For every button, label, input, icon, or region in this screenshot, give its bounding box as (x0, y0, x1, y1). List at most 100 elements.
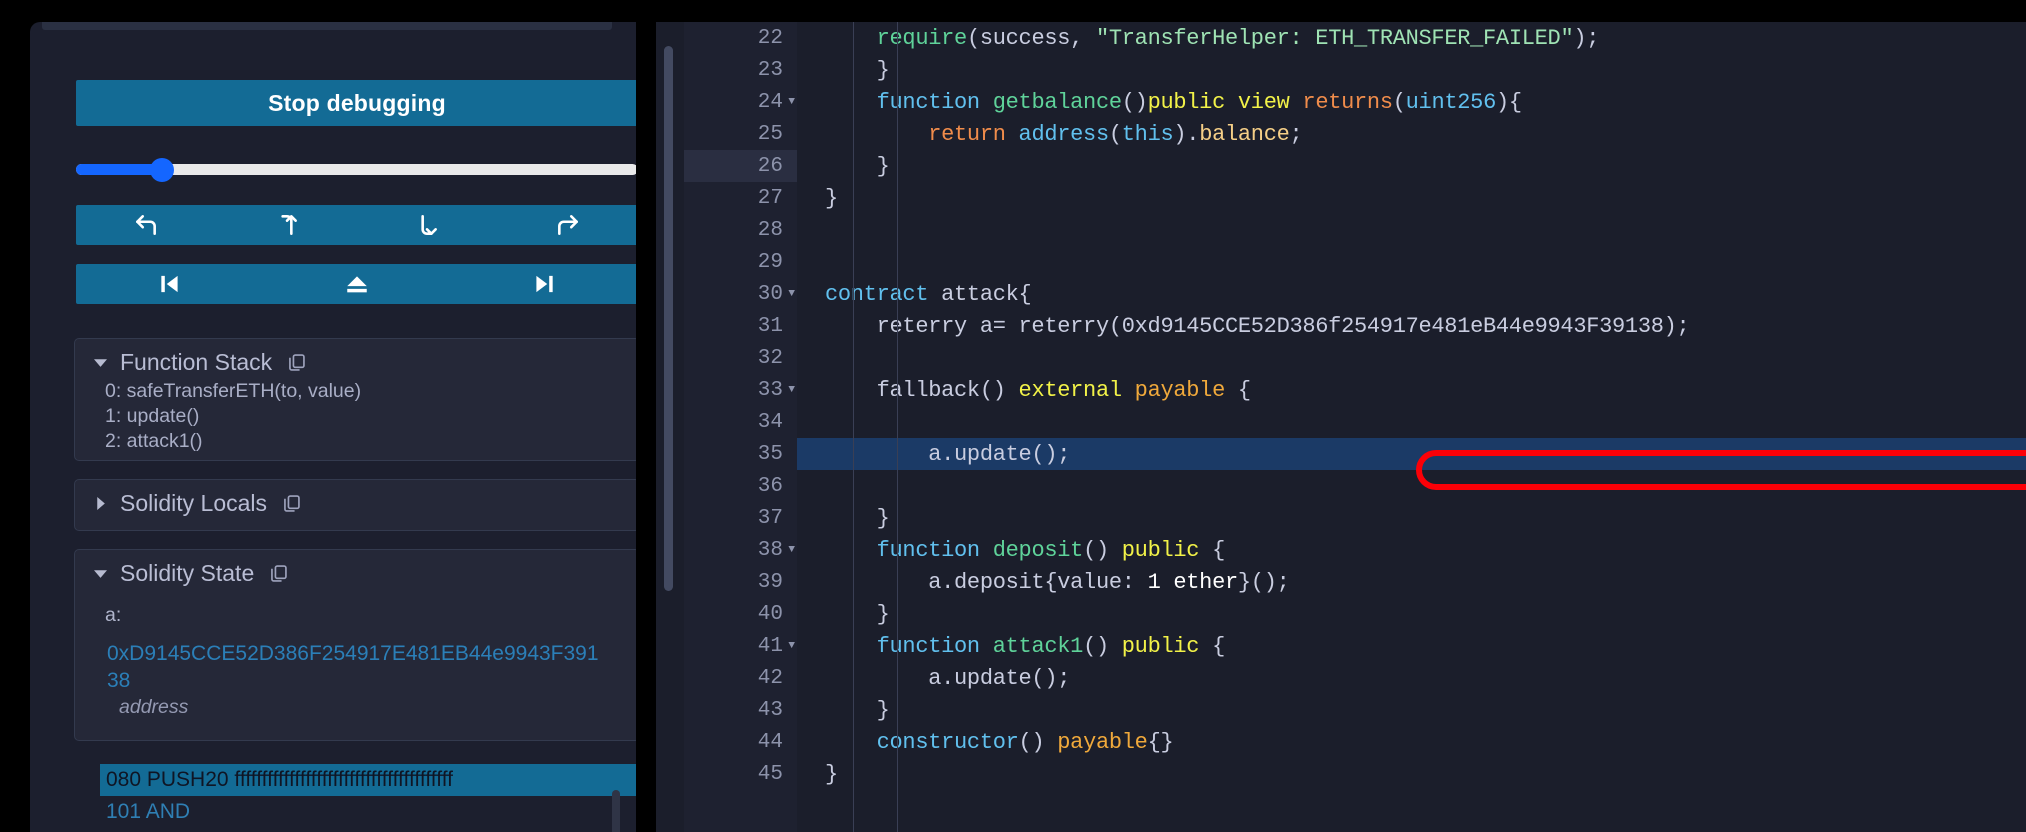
list-item[interactable]: 101 AND (100, 796, 636, 828)
fold-caret-icon[interactable]: ▼ (788, 288, 795, 300)
code-line[interactable]: 22 require (success, "TransferHelper: ETH… (684, 22, 2026, 54)
code-token: reterry a= reterry(0xd9145CCE52D386f2549… (825, 313, 1690, 339)
fold-caret-icon[interactable]: ▼ (788, 384, 795, 396)
caret-down-icon[interactable] (93, 355, 107, 369)
list-item[interactable]: 080 PUSH20 fffffffffffffffffffffffffffff… (100, 764, 636, 796)
code-text[interactable]: } (797, 150, 2026, 182)
copy-icon[interactable] (267, 562, 289, 584)
code-line[interactable]: 32 (684, 342, 2026, 374)
code-text[interactable]: require (success, "TransferHelper: ETH_TR… (797, 22, 2026, 54)
list-item: 0: safeTransferETH(to, value) (105, 380, 362, 402)
code-text[interactable]: reterry a= reterry(0xd9145CCE52D386f2549… (797, 310, 2026, 342)
jump-next-breakpoint-button[interactable] (451, 264, 636, 304)
copy-icon[interactable] (285, 351, 307, 373)
line-number: 31 (757, 314, 783, 338)
code-text[interactable]: } (797, 182, 2026, 214)
code-token: public (1121, 537, 1200, 563)
line-number: 36 (757, 474, 783, 498)
code-token: {} (1147, 729, 1174, 755)
code-text[interactable]: return address(this). balance; (797, 118, 2026, 150)
code-line[interactable]: 27} (684, 182, 2026, 214)
screen-root: Stop debugging Function Stack 0: safeTra… (0, 0, 2026, 832)
code-text[interactable]: function getbalance() public view returns… (797, 86, 2026, 118)
code-token: { (1199, 537, 1226, 563)
code-line[interactable]: 23 } (684, 54, 2026, 86)
code-text[interactable]: a.deposit{value: 1 ether}(); (797, 566, 2026, 598)
step-forward-button[interactable] (498, 205, 637, 245)
opcode-scrollbar[interactable] (612, 790, 620, 832)
code-line[interactable]: 45} (684, 758, 2026, 790)
code-line[interactable]: 24 ▼ function getbalance() public view ret… (684, 86, 2026, 118)
code-line[interactable]: 30 ▼ contract attack{ (684, 278, 2026, 310)
caret-right-icon[interactable] (93, 496, 107, 510)
indent-guide (853, 22, 854, 832)
stop-debugging-button[interactable]: Stop debugging (76, 80, 636, 126)
code-line[interactable]: 38 ▼ function deposit() public { (684, 534, 2026, 566)
code-text[interactable]: } (797, 54, 2026, 86)
code-text[interactable]: fallback() external payable { (797, 374, 2026, 406)
code-line-container[interactable]: 22 require (success, "TransferHelper: ETH… (684, 22, 2026, 832)
slider-thumb[interactable] (150, 158, 174, 182)
fold-caret-icon[interactable]: ▼ (788, 544, 795, 556)
opcode-list[interactable]: 080 PUSH20 fffffffffffffffffffffffffffff… (100, 764, 636, 828)
window-bezel-top (0, 0, 2026, 22)
state-entry-value[interactable]: 0xD9145CCE52D386F254917E481EB44e9943F391… (105, 640, 605, 694)
code-text[interactable] (797, 342, 2026, 374)
skip-to-end-icon (531, 271, 557, 297)
code-line[interactable]: 36 (684, 470, 2026, 502)
list-item: 1: update() (105, 405, 200, 427)
code-text[interactable] (797, 470, 2026, 502)
fold-caret-icon[interactable]: ▼ (788, 640, 795, 652)
code-token: function (876, 89, 981, 115)
code-line[interactable]: 31 reterry a= reterry(0xd9145CCE52D386f2… (684, 310, 2026, 342)
panel-solidity-state-header[interactable]: Solidity State (75, 550, 636, 596)
panel-solidity-locals-header[interactable]: Solidity Locals (75, 480, 636, 526)
debug-step-slider[interactable] (76, 158, 636, 182)
copy-icon[interactable] (280, 492, 302, 514)
fold-caret-icon[interactable]: ▼ (788, 96, 795, 108)
code-line[interactable]: 26 } (684, 150, 2026, 182)
code-token: { (1225, 377, 1251, 403)
step-back-button[interactable] (76, 205, 217, 245)
code-line[interactable]: 37 } (684, 502, 2026, 534)
code-text[interactable]: constructor() payable{} (797, 726, 2026, 758)
code-text[interactable]: } (797, 502, 2026, 534)
code-line[interactable]: 40 } (684, 598, 2026, 630)
code-line[interactable]: 25 return address(this). balance; (684, 118, 2026, 150)
code-text[interactable]: a.update(); (797, 662, 2026, 694)
code-token: } (825, 505, 890, 531)
solidity-state-body: a: 0xD9145CCE52D386F254917E481EB44e9943F… (75, 596, 636, 719)
code-line[interactable]: 43 } (684, 694, 2026, 726)
code-editor[interactable]: 22 require (success, "TransferHelper: ETH… (656, 22, 2026, 832)
code-text[interactable]: } (797, 758, 2026, 790)
code-text[interactable]: } (797, 694, 2026, 726)
caret-down-icon[interactable] (93, 566, 107, 580)
step-into-button[interactable] (217, 205, 358, 245)
code-text[interactable] (797, 214, 2026, 246)
jump-out-button[interactable] (263, 264, 450, 304)
code-token: ( (1392, 89, 1406, 115)
code-line[interactable]: 39 a.deposit{value: 1 ether}(); (684, 566, 2026, 598)
code-text[interactable]: contract attack{ (797, 278, 2026, 310)
jump-previous-breakpoint-button[interactable] (76, 264, 263, 304)
step-over-button[interactable] (357, 205, 498, 245)
code-line[interactable]: 44 constructor() payable{} (684, 726, 2026, 758)
code-text[interactable] (797, 406, 2026, 438)
code-line[interactable]: 28 (684, 214, 2026, 246)
code-text[interactable]: } (797, 598, 2026, 630)
editor-scrollbar[interactable] (664, 46, 673, 591)
code-text[interactable]: function deposit() public { (797, 534, 2026, 566)
code-line[interactable]: 29 (684, 246, 2026, 278)
code-line[interactable]: 33 ▼ fallback() external payable { (684, 374, 2026, 406)
code-text[interactable]: function attack1() public { (797, 630, 2026, 662)
code-text[interactable]: a.update(); (797, 438, 2026, 470)
line-number: 43 (757, 698, 783, 722)
code-line[interactable]: 42 a.update(); (684, 662, 2026, 694)
code-line[interactable]: 34 (684, 406, 2026, 438)
line-number: 29 (757, 250, 783, 274)
code-line[interactable]: 41 ▼ function attack1() public { (684, 630, 2026, 662)
code-line[interactable]: 35 a.update(); (684, 438, 2026, 470)
code-text[interactable] (797, 246, 2026, 278)
line-number: 27 (757, 186, 783, 210)
